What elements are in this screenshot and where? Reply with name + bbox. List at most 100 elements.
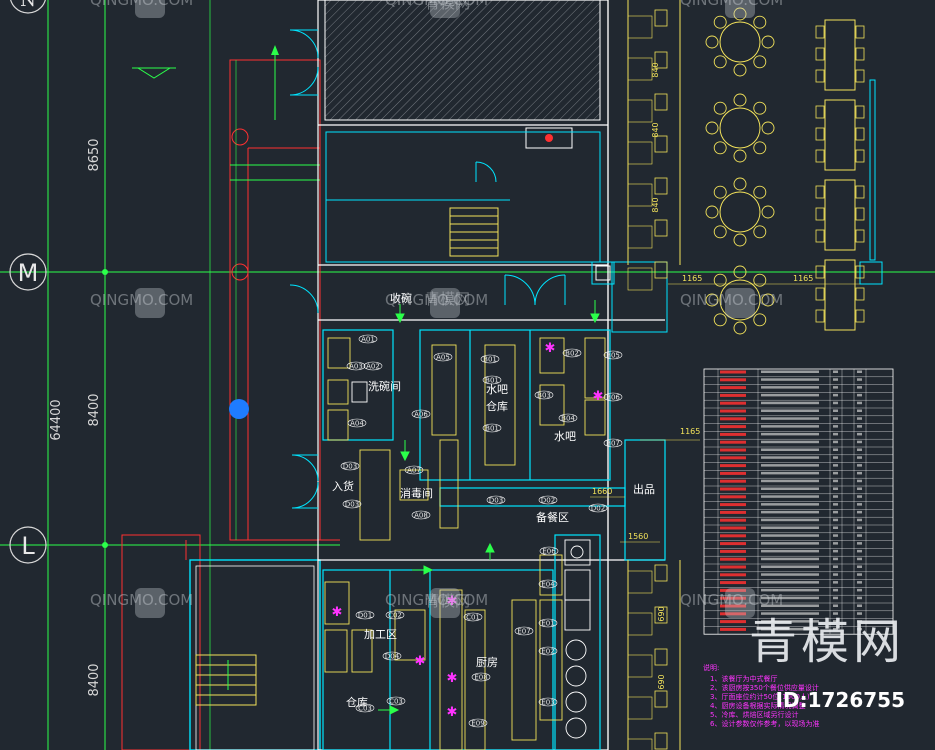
equipment-tag: B07 [603,438,623,448]
brand-logo: 青模网 [748,614,905,670]
equipment-tag: B05 [603,350,623,360]
booth-seat [627,93,668,123]
notes-title: 说明: [703,663,719,672]
svg-text:✱: ✱ [332,605,343,620]
equipment-tag-label: D02 [591,505,605,513]
equipment-tag: A05 [433,352,453,362]
equipment-tag-label: A02 [366,363,380,371]
watermark-text: QINGMO.COM [90,291,193,309]
note-line-6: 6、设计参数仅作参考，以现场为准 [710,719,819,728]
equipment-tag: A04 [347,418,367,428]
booth-seat [627,9,668,39]
equipment-tag-label: A06 [414,411,428,419]
equipment-tag-label: C01 [466,614,480,622]
equipment-tag: E07 [514,626,534,636]
equipment-tag-label: B03 [537,392,551,400]
axis-label-n: N [20,0,36,11]
dim-64400: 64400 [49,399,64,440]
equipment-tag-label: B06 [606,394,620,402]
room-ruhuo: 入货 [332,479,354,493]
equipment-tag-label: D03 [345,501,359,509]
equipment-tag: B06 [603,392,623,402]
kitchen-equipment [324,337,606,750]
equipment-tag-label: B02 [565,350,579,358]
equipment-tag: B03 [534,390,554,400]
top-hatched-room [324,0,601,263]
dim-8650: 8650 [87,138,102,171]
dim-840-c: 840 [651,197,660,212]
equipment-tag: C02 [385,610,405,620]
booth-seat [627,690,668,720]
booth-seat [627,261,668,291]
watermark: QINGMO.COM [680,0,783,18]
room-shuiba-cangku: 仓库 [486,399,508,413]
svg-text:✱: ✱ [415,654,426,669]
equipment-tag-label: B07 [606,440,620,448]
watermark-cn: 青模网 [425,0,470,12]
equipment-tag: B02 [562,348,582,358]
svg-text:✱: ✱ [447,671,458,686]
note-line-1: 1、该餐厅为中式餐厅 [710,674,777,683]
equipment-tag: D04 [382,651,402,661]
dim-1165-a: 1165 [682,274,702,283]
long-table [815,99,865,171]
equipment-tag-label: A03 [349,363,363,371]
equipment-tag-label: A07 [407,467,421,475]
equipment-tag: D03 [340,461,360,471]
svg-text:✱: ✱ [545,341,556,356]
axis-label-l: L [21,532,35,560]
round-table [705,7,775,77]
equipment-tag-label: D04 [385,653,400,661]
booth-seat [627,564,668,594]
dim-1165-c: 1165 [680,427,700,436]
room-beicanqu: 备餐区 [536,510,569,524]
booth-seat [627,732,668,750]
equipment-tag: E06 [539,546,559,556]
room-shuiba: 水吧 [554,430,576,443]
long-table [815,259,865,331]
equipment-tag: E04 [538,579,558,589]
watermark: QINGMO.COM [680,288,783,318]
dim-1560: 1560 [628,532,648,541]
equipment-tag-label: D01 [358,612,372,620]
equipment-tag: D03 [342,499,362,509]
equipment-tag-label: A01 [361,336,375,344]
booth-seat [627,51,668,81]
equipment-tag-label: D02 [541,497,555,505]
room-jiagongqu: 加工区 [364,628,397,641]
dim-690-b: 690 [657,674,666,689]
dim-690-a: 690 [657,606,666,621]
equipment-tag: B01 [480,354,500,364]
dim-8400-upper: 8400 [87,393,102,426]
dim-8400-lower: 8400 [87,663,102,696]
equipment-tag: A01 [358,334,378,344]
equipment-tag-label: C03 [389,698,403,706]
dining-area [627,0,681,750]
dim-840-b: 840 [651,122,660,137]
room-chupin: 出品 [633,482,655,496]
watermark-text: QINGMO.COM [680,291,783,309]
axis-label-m: M [18,259,39,287]
equipment-tag-label: E06 [542,548,556,556]
equipment-tag: B01 [482,423,502,433]
equipment-tag: C03 [386,696,406,706]
dim-1165-b: 1165 [793,274,813,283]
equipment-tag: E03 [538,697,558,707]
equipment-tag-label: D03 [489,497,503,505]
equipment-tag-label: B01 [485,377,499,385]
equipment-tag-label: C03 [358,705,372,713]
equipment-tag-label: A08 [414,512,428,520]
equipment-tag: D02 [538,495,558,505]
long-table [815,179,865,251]
equipment-tag: B01 [482,375,502,385]
equipment-tag: A06 [411,409,431,419]
equipment-tag: A07 [404,465,424,475]
equipment-tag-label: B01 [483,356,497,364]
equipment-tag-label: E02 [541,648,554,656]
equipment-tag: B04 [558,413,578,423]
equipment-tag-label: E09 [471,720,484,728]
booth-seat [627,219,668,249]
booth-seat [627,135,668,165]
round-table [705,93,775,163]
id-label: ID:1726755 [775,688,905,712]
